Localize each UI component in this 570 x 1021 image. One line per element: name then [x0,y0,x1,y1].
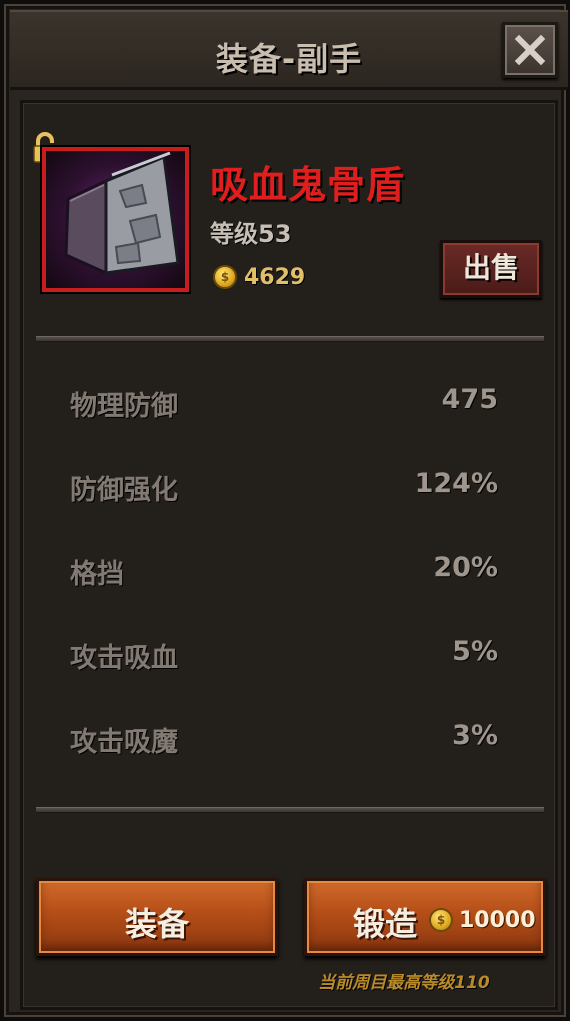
forge-cost: 10000 [459,908,536,933]
item-icon-frame[interactable] [42,147,189,292]
divider-bottom [36,807,544,813]
bone-shield-icon [64,151,180,276]
title-bar: 装备-副手 [10,10,568,90]
gold-coin-icon: $ [429,908,453,932]
stat-label: 防御强化 [70,475,178,506]
divider-top [36,336,544,342]
stat-label: 物理防御 [70,391,178,422]
stat-label: 攻击吸血 [70,643,178,674]
stat-value: 475 [441,384,498,415]
sell-button[interactable]: 出售 [440,240,542,298]
max-level-note: 当前周目最高等级110 [318,973,490,993]
gold-coin-icon: $ [213,265,237,289]
stat-value: 3% [452,720,498,751]
item-name: 吸血鬼骨盾 [210,163,406,207]
stat-value: 20% [433,552,498,583]
equip-button-label: 装备 [124,905,189,943]
equipment-panel: 装备-副手 吸血鬼骨盾 等级53 $ 4629 出售 物理防御 475 防御强化… [0,0,570,1021]
equip-button[interactable]: 装备 [36,878,278,956]
stat-row: 攻击吸魔 3% [70,720,498,760]
stat-row: 格挡 20% [70,552,498,592]
stat-label: 格挡 [70,559,124,590]
close-button[interactable] [502,22,558,78]
stat-row: 防御强化 124% [70,468,498,508]
stat-value: 124% [414,468,498,499]
stat-value: 5% [452,636,498,667]
forge-button-label: 锻造 [353,905,418,943]
stat-row: 攻击吸血 5% [70,636,498,676]
item-level: 等级53 [210,220,292,248]
item-price: 4629 [244,265,306,290]
forge-button[interactable]: 锻造 $ 10000 [304,878,546,956]
window-title: 装备-副手 [215,40,363,78]
stat-label: 攻击吸魔 [70,727,178,758]
close-icon [514,34,546,66]
stat-row: 物理防御 475 [70,384,498,424]
